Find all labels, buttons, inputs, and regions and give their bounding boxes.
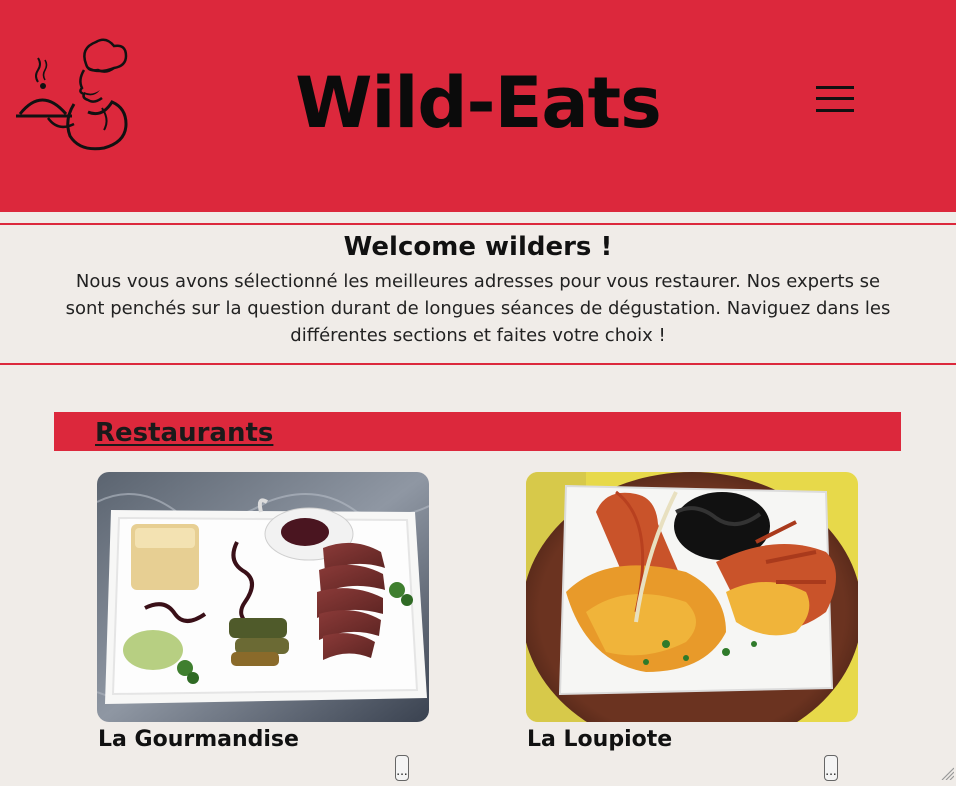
restaurant-photo[interactable] bbox=[97, 472, 429, 722]
restaurant-card: La Loupiote ... bbox=[526, 472, 860, 781]
restaurants-section-header: Restaurants bbox=[54, 412, 901, 451]
more-button[interactable]: ... bbox=[395, 755, 409, 781]
restaurant-card: La Gourmandise ... bbox=[97, 472, 431, 781]
restaurant-name[interactable]: La Loupiote bbox=[527, 726, 672, 754]
welcome-heading: Welcome wilders ! bbox=[343, 232, 613, 262]
site-header: Wild-Eats bbox=[0, 0, 956, 212]
welcome-text: Nous vous avons sélectionné les meilleur… bbox=[65, 271, 891, 346]
resize-grip-icon[interactable] bbox=[940, 766, 954, 780]
restaurant-photo[interactable] bbox=[526, 472, 858, 722]
section-title[interactable]: Restaurants bbox=[95, 416, 273, 450]
welcome-section: Welcome wilders ! Nous vous avons sélect… bbox=[0, 223, 956, 365]
hamburger-menu-icon[interactable] bbox=[812, 84, 856, 116]
restaurant-name[interactable]: La Gourmandise bbox=[98, 726, 299, 754]
more-button[interactable]: ... bbox=[824, 755, 838, 781]
